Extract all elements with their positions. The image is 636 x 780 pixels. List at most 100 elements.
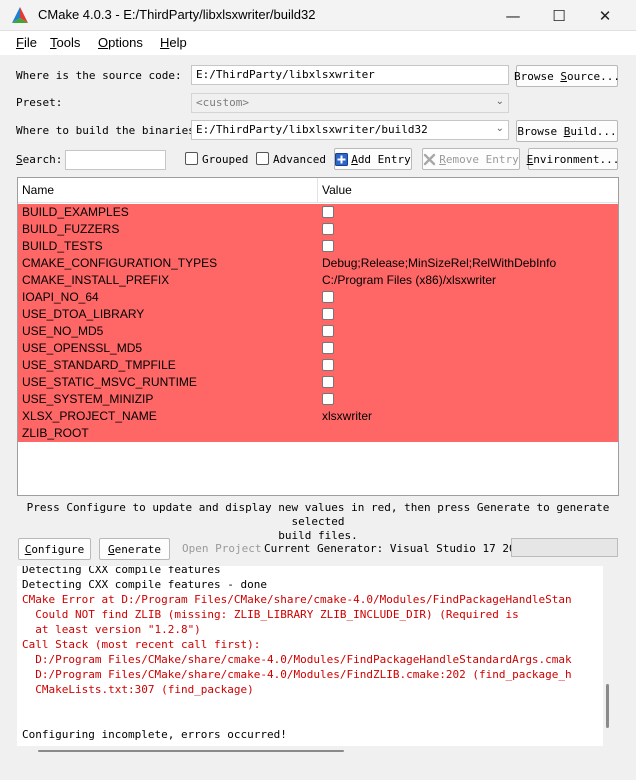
table-row[interactable]: USE_DTOA_LIBRARY <box>18 306 618 323</box>
table-row[interactable]: BUILD_TESTS <box>18 238 618 255</box>
maximize-button[interactable]: ☐ <box>536 0 582 31</box>
table-row[interactable]: XLSX_PROJECT_NAME xlsxwriter <box>18 408 618 425</box>
menu-options[interactable]: Options <box>98 35 143 50</box>
output-line: D:/Program Files/CMake/share/cmake-4.0/M… <box>22 653 572 666</box>
minimize-icon: — <box>505 6 521 25</box>
menu-tools[interactable]: Tools <box>50 35 80 50</box>
hint-text: Press Configure to update and display ne… <box>26 501 610 542</box>
browse-build-button[interactable]: Browse Build... <box>516 120 618 142</box>
progress-bar <box>511 538 618 557</box>
table-row[interactable]: USE_SYSTEM_MINIZIP <box>18 391 618 408</box>
environment-button[interactable]: Environment... <box>527 148 619 170</box>
table-row[interactable]: CMAKE_INSTALL_PREFIX C:/Program Files (x8… <box>18 272 618 289</box>
build-path-select[interactable]: E:/ThirdParty/libxlsxwriter/build32 ⌄ <box>191 120 509 140</box>
variable-value[interactable]: xlsxwriter <box>322 409 372 423</box>
variable-name: BUILD_FUZZERS <box>22 222 120 236</box>
output-line: Detecting CXX compile features <box>22 566 221 576</box>
variable-checkbox[interactable] <box>322 291 334 303</box>
browse-source-button[interactable]: Browse Source... <box>514 65 620 87</box>
variable-checkbox[interactable] <box>322 393 334 405</box>
advanced-checkbox[interactable] <box>256 152 269 165</box>
variable-name: BUILD_EXAMPLES <box>22 205 129 219</box>
configure-button[interactable]: Configure <box>18 538 91 560</box>
variable-checkbox[interactable] <box>322 359 334 371</box>
cmake-logo-icon <box>12 7 28 23</box>
output-line: CMake Error at D:/Program Files/CMake/sh… <box>22 593 572 606</box>
output-vertical-scrollbar[interactable] <box>606 684 609 728</box>
output-line: D:/Program Files/CMake/share/cmake-4.0/M… <box>22 668 572 681</box>
variable-name: BUILD_TESTS <box>22 239 103 253</box>
maximize-icon: ☐ <box>552 6 566 25</box>
output-line: Could NOT find ZLIB (missing: ZLIB_LIBRA… <box>22 608 519 621</box>
build-label: Where to build the binaries: <box>16 124 202 137</box>
title-bar: CMake 4.0.3 - E:/ThirdParty/libxlsxwrite… <box>0 0 636 31</box>
variable-name: USE_STANDARD_TMPFILE <box>22 358 176 372</box>
cache-variables-table: Name Value BUILD_EXAMPLES BUILD_FUZZERS BU… <box>17 177 619 496</box>
open-project-button[interactable]: Open Project <box>182 542 261 555</box>
search-input[interactable] <box>65 150 166 170</box>
table-row[interactable]: USE_STATIC_MSVC_RUNTIME <box>18 374 618 391</box>
generate-button[interactable]: Generate <box>99 538 170 560</box>
source-label: Where is the source code: <box>16 69 182 82</box>
output-line: CMakeLists.txt:307 (find_package) <box>22 683 254 696</box>
variable-checkbox[interactable] <box>322 308 334 320</box>
variable-name: USE_SYSTEM_MINIZIP <box>22 392 154 406</box>
add-entry-button[interactable]: Add Entry <box>334 148 412 170</box>
table-row[interactable]: BUILD_EXAMPLES <box>18 204 618 221</box>
minimize-button[interactable]: — <box>490 0 536 31</box>
search-label: Search: <box>16 153 63 166</box>
table-row[interactable]: CMAKE_CONFIGURATION_TYPES Debug;Release;M… <box>18 255 618 272</box>
output-line: Detecting CXX compile features - done <box>22 578 268 591</box>
variable-name: USE_STATIC_MSVC_RUNTIME <box>22 375 197 389</box>
menu-bar: File Tools Options Help <box>0 31 636 55</box>
column-divider <box>317 178 318 203</box>
output-log[interactable]: Detecting CXX compile features Detecting … <box>17 566 603 746</box>
menu-help[interactable]: Help <box>160 35 187 50</box>
preset-select[interactable]: <custom> ⌄ <box>191 93 509 113</box>
remove-entry-button[interactable]: Remove Entry <box>422 148 520 170</box>
table-row[interactable]: IOAPI_NO_64 <box>18 289 618 306</box>
variable-checkbox[interactable] <box>322 342 334 354</box>
window-title: CMake 4.0.3 - E:/ThirdParty/libxlsxwrite… <box>38 7 316 22</box>
preset-label: Preset: <box>16 96 63 109</box>
variable-name: USE_NO_MD5 <box>22 324 104 338</box>
table-row[interactable]: USE_NO_MD5 <box>18 323 618 340</box>
variable-name: CMAKE_INSTALL_PREFIX <box>22 273 170 287</box>
chevron-down-icon: ⌄ <box>495 96 504 107</box>
remove-icon <box>424 153 436 165</box>
grouped-checkbox[interactable] <box>185 152 198 165</box>
variable-value[interactable]: Debug;Release;MinSizeRel;RelWithDebInfo <box>322 256 556 270</box>
variable-checkbox[interactable] <box>322 376 334 388</box>
column-header-value[interactable]: Value <box>322 183 352 197</box>
grouped-label: Grouped <box>202 153 249 166</box>
variable-name: USE_OPENSSL_MD5 <box>22 341 143 355</box>
output-line: Call Stack (most recent call first): <box>22 638 261 651</box>
output-line: Configuring incomplete, errors occurred! <box>22 728 287 741</box>
variable-checkbox[interactable] <box>322 206 334 218</box>
variable-checkbox[interactable] <box>322 223 334 235</box>
output-line: at least version "1.2.8") <box>22 623 201 636</box>
variable-checkbox[interactable] <box>322 325 334 337</box>
menu-file[interactable]: File <box>16 35 37 50</box>
variable-name: IOAPI_NO_64 <box>22 290 99 304</box>
close-icon: ✕ <box>598 6 612 25</box>
variable-checkbox[interactable] <box>322 240 334 252</box>
table-row[interactable]: USE_STANDARD_TMPFILE <box>18 357 618 374</box>
source-path-input[interactable]: E:/ThirdParty/libxlsxwriter <box>191 65 509 85</box>
table-header: Name Value <box>18 178 618 203</box>
output-horizontal-scrollbar[interactable] <box>38 750 344 752</box>
close-button[interactable]: ✕ <box>582 0 628 31</box>
chevron-down-icon: ⌄ <box>495 123 504 134</box>
table-row[interactable]: BUILD_FUZZERS <box>18 221 618 238</box>
column-header-name[interactable]: Name <box>22 183 54 197</box>
current-generator-label: Current Generator: Visual Studio 17 2022 <box>264 542 529 555</box>
variable-name: USE_DTOA_LIBRARY <box>22 307 145 321</box>
table-row[interactable]: USE_OPENSSL_MD5 <box>18 340 618 357</box>
add-icon <box>335 152 349 166</box>
variable-value[interactable]: C:/Program Files (x86)/xlsxwriter <box>322 273 496 287</box>
variable-name: CMAKE_CONFIGURATION_TYPES <box>22 256 218 270</box>
advanced-label: Advanced <box>273 153 326 166</box>
variable-name: XLSX_PROJECT_NAME <box>22 409 157 423</box>
variable-name: ZLIB_ROOT <box>22 426 89 440</box>
table-row[interactable]: ZLIB_ROOT <box>18 425 618 442</box>
